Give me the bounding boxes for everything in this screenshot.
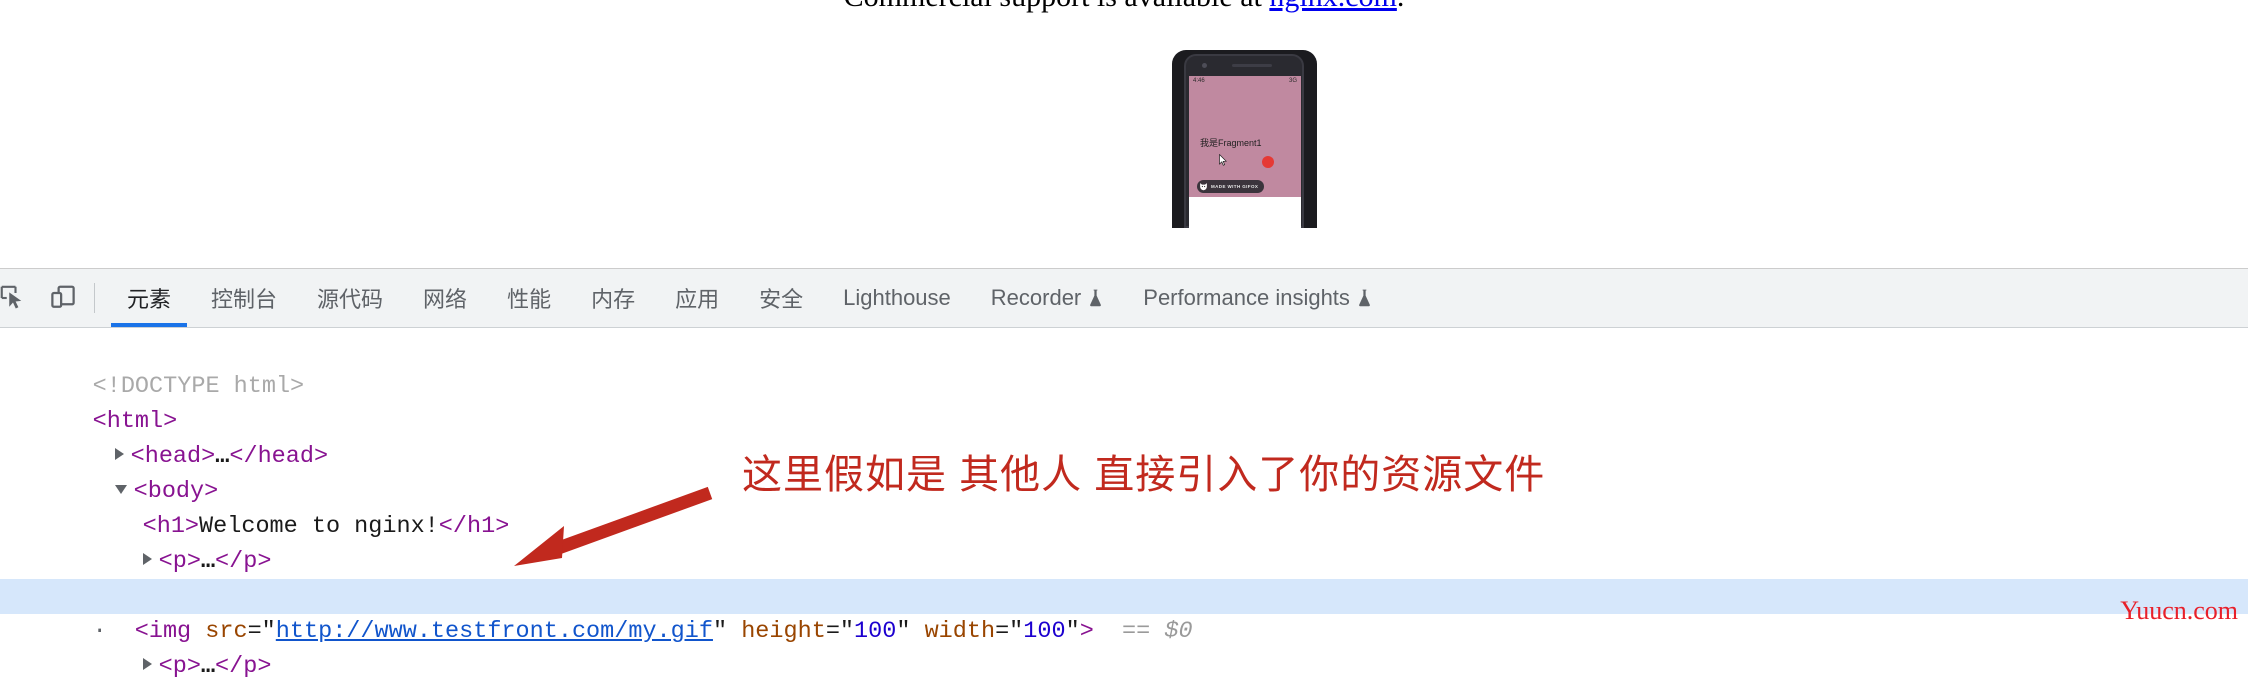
tab-security[interactable]: 安全 bbox=[739, 269, 823, 327]
tab-sources[interactable]: 源代码 bbox=[297, 269, 403, 327]
dom-row-doctype[interactable]: <!DOCTYPE html> bbox=[0, 334, 2248, 400]
tab-performance-label: 性能 bbox=[507, 287, 552, 312]
phone-screen: 4:46 3G 我是Fragment1 MADE WITH GIFOX bbox=[1189, 76, 1301, 197]
inspect-element-icon[interactable] bbox=[0, 269, 38, 327]
nginx-com-link[interactable]: nginx.com bbox=[1269, 0, 1397, 13]
tab-recorder-label: Recorder bbox=[990, 285, 1082, 310]
tab-lighthouse[interactable]: Lighthouse bbox=[823, 269, 971, 327]
tab-console[interactable]: 控制台 bbox=[191, 269, 297, 327]
phone-red-dot-indicator bbox=[1262, 156, 1274, 168]
tab-lighthouse-label: Lighthouse bbox=[843, 285, 951, 310]
dom-row-head[interactable]: <head>…</head> bbox=[0, 404, 2248, 470]
tab-network[interactable]: 网络 bbox=[403, 269, 487, 327]
dom-row-body-close[interactable]: </body> bbox=[0, 649, 2248, 684]
dom-row-p-1[interactable]: <p>…</p> bbox=[0, 509, 2248, 575]
phone-status-network: 3G bbox=[1288, 78, 1297, 84]
tab-performance[interactable]: 性能 bbox=[487, 269, 571, 327]
tab-performance-insights[interactable]: Performance insights bbox=[1123, 269, 1392, 327]
inspect-element-glyph bbox=[0, 285, 22, 309]
experiment-flask-icon bbox=[1359, 289, 1370, 307]
tab-memory[interactable]: 内存 bbox=[571, 269, 655, 327]
dom-row-p-3[interactable]: <p>…</p> bbox=[0, 614, 2248, 680]
dom-tree-panel[interactable]: <!DOCTYPE html> <html> <head>…</head> <b… bbox=[0, 328, 2248, 686]
tab-security-label: 安全 bbox=[759, 287, 804, 312]
phone-camera-icon bbox=[1202, 63, 1207, 68]
phone-speaker-grille bbox=[1232, 64, 1272, 67]
annotation-note-text: 这里假如是 其他人 直接引入了你的资源文件 bbox=[742, 453, 1546, 497]
tab-console-label: 控制台 bbox=[211, 287, 278, 312]
tab-network-label: 网络 bbox=[423, 287, 468, 312]
phone-status-bar: 4:46 3G bbox=[1189, 76, 1301, 87]
phone-status-time: 4:46 bbox=[1193, 78, 1205, 84]
rendered-web-page: Commercial support is available at nginx… bbox=[0, 0, 2248, 268]
dom-row-p-2[interactable]: <p>…</p> bbox=[0, 544, 2248, 610]
tab-application[interactable]: 应用 bbox=[655, 269, 739, 327]
site-watermark: Yuucn.com bbox=[2120, 596, 2238, 625]
tab-sources-label: 源代码 bbox=[317, 287, 384, 312]
device-toolbar-icon[interactable] bbox=[38, 269, 88, 327]
gifox-watermark-label: MADE WITH GIFOX bbox=[1211, 184, 1259, 189]
phone-mouse-cursor-icon bbox=[1219, 154, 1227, 166]
tab-elements-label: 元素 bbox=[127, 287, 172, 312]
experiment-flask-icon bbox=[1090, 289, 1102, 307]
nginx-notice-suffix: . bbox=[1397, 0, 1405, 13]
nginx-notice-prefix: Commercial support is available at bbox=[844, 0, 1270, 13]
tab-elements[interactable]: 元素 bbox=[107, 269, 191, 327]
phone-mockup-gif-image[interactable]: 4:46 3G 我是Fragment1 MADE WITH GIFOX bbox=[1144, 50, 1344, 250]
nginx-commercial-support-line: Commercial support is available at nginx… bbox=[0, 0, 2248, 14]
device-toolbar-glyph bbox=[51, 285, 75, 308]
phone-fragment-label: 我是Fragment1 bbox=[1200, 138, 1262, 148]
tab-recorder[interactable]: Recorder bbox=[971, 269, 1123, 327]
phone-screen-bottom-fill bbox=[1189, 197, 1301, 228]
tab-performance-insights-label: Performance insights bbox=[1143, 285, 1350, 310]
gifox-watermark-badge: MADE WITH GIFOX bbox=[1197, 180, 1265, 193]
toolbar-divider bbox=[94, 283, 95, 313]
dom-row-img-selected[interactable]: · <img src="http://www.testfront.com/my.g… bbox=[0, 579, 2248, 645]
phone-notch-bar bbox=[1192, 59, 1297, 73]
gifox-fox-icon bbox=[1200, 183, 1207, 191]
tab-memory-label: 内存 bbox=[591, 287, 636, 312]
dom-row-html-open[interactable]: <html> bbox=[0, 369, 2248, 435]
devtools-tab-bar: 元素 控制台 源代码 网络 性能 内存 应用 安全 Lighthouse Rec… bbox=[0, 269, 2248, 328]
tab-application-label: 应用 bbox=[675, 287, 720, 312]
